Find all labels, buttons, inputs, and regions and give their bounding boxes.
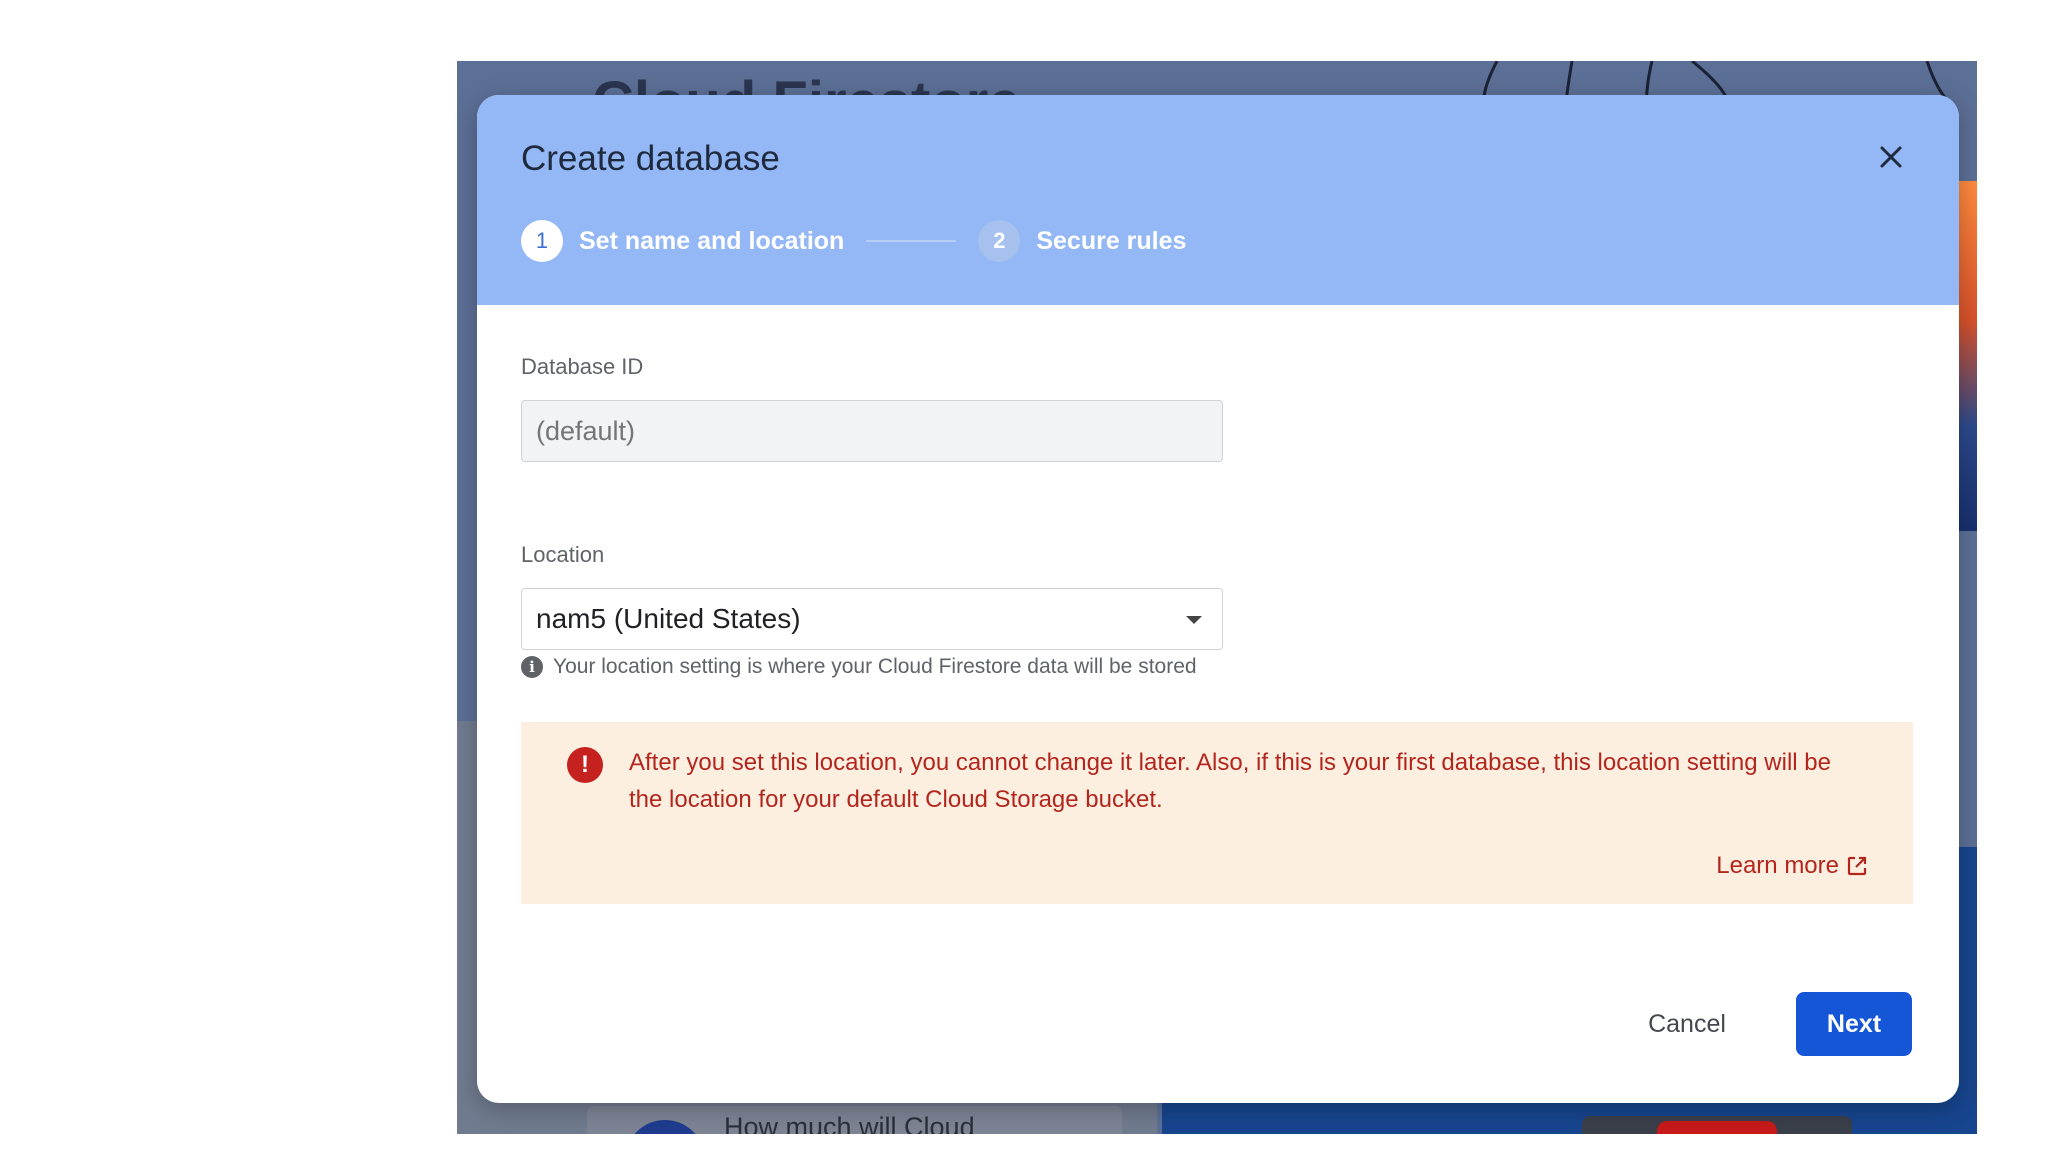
location-select[interactable]: nam5 (United States): [521, 588, 1223, 650]
database-id-input[interactable]: [521, 400, 1223, 462]
next-button[interactable]: Next: [1796, 992, 1912, 1056]
stepper: 1 Set name and location 2 Secure rules: [521, 219, 1186, 263]
learn-more-link[interactable]: Learn more: [1716, 852, 1869, 880]
close-button[interactable]: [1871, 137, 1911, 177]
location-hint-text: Your location setting is where your Clou…: [553, 655, 1197, 678]
cancel-button[interactable]: Cancel: [1637, 992, 1737, 1056]
error-icon: !: [567, 747, 603, 783]
database-id-label: Database ID: [521, 354, 644, 379]
info-icon: i: [521, 656, 543, 678]
background-device-accent: [1657, 1121, 1777, 1134]
location-hint: i Your location setting is where your Cl…: [521, 655, 1197, 679]
step-1-number: 1: [521, 220, 563, 262]
step-2-label: Secure rules: [1036, 226, 1187, 255]
background-accent-strip: [1957, 181, 1977, 531]
dialog-title: Create database: [521, 139, 780, 178]
learn-more-label: Learn more: [1716, 852, 1839, 879]
location-warning-banner: ! After you set this location, you canno…: [521, 722, 1913, 904]
close-icon: [1880, 146, 1902, 168]
external-link-icon: [1847, 856, 1867, 876]
step-connector: [866, 240, 957, 242]
step-1-label: Set name and location: [579, 226, 845, 255]
dialog-header: Create database 1 Set name and location …: [477, 95, 1959, 305]
warning-text: After you set this location, you cannot …: [629, 749, 1831, 813]
location-label: Location: [521, 542, 605, 567]
background-faq-text: How much will Cloud: [724, 1112, 975, 1134]
chevron-down-icon: [1186, 616, 1202, 624]
background-card-avatar: [625, 1120, 705, 1134]
location-select-value: nam5 (United States): [536, 603, 801, 634]
create-database-dialog: Create database 1 Set name and location …: [477, 95, 1959, 1103]
step-2-number: 2: [978, 220, 1021, 262]
